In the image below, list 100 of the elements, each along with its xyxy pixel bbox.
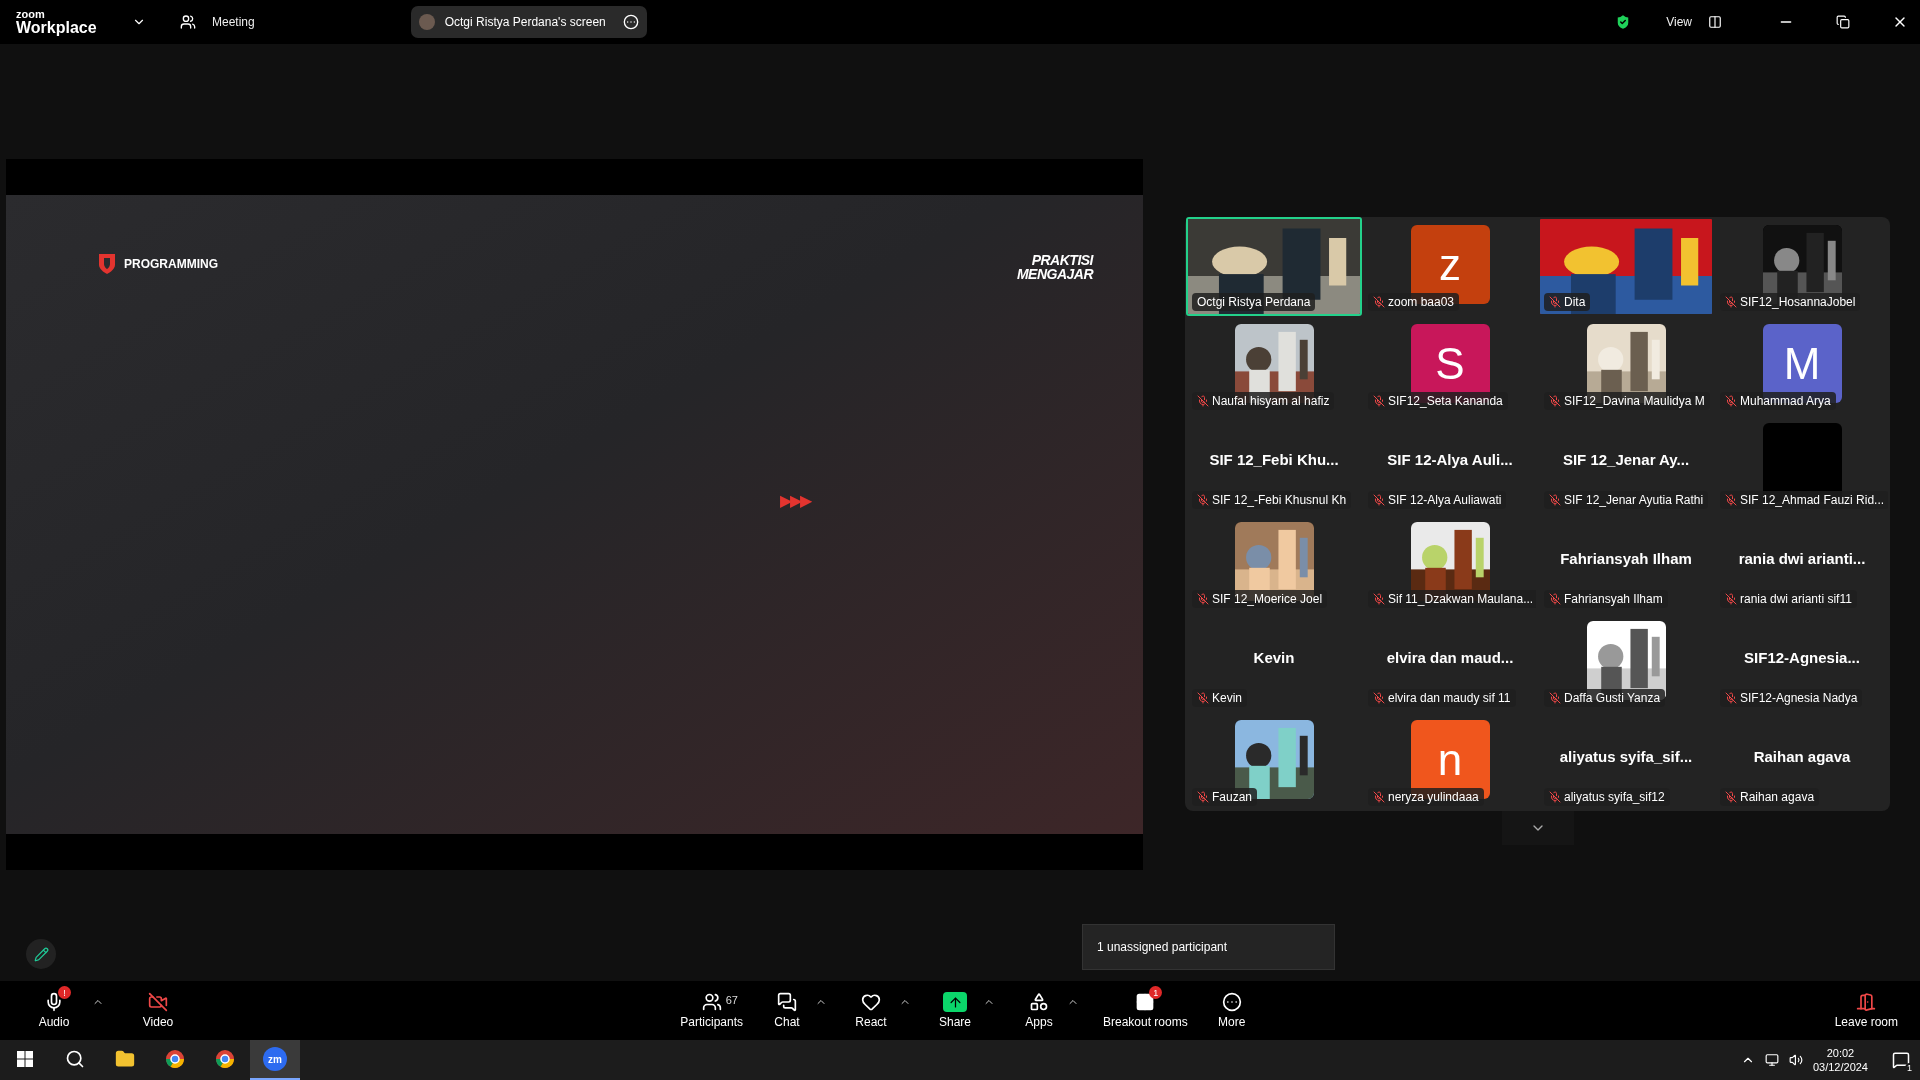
clock-time[interactable]: 20:02	[1826, 1045, 1855, 1060]
taskbar-app[interactable]: zm	[250, 1040, 300, 1080]
shield-logo-icon	[98, 253, 116, 275]
windows-icon	[17, 1051, 33, 1067]
notification-count: 1	[1905, 1063, 1914, 1073]
avatar	[418, 14, 435, 30]
participant-label: neryza yulindaaa	[1388, 790, 1479, 804]
participant-label: SIF12_HosannaJobel	[1740, 295, 1856, 309]
more-button[interactable]: More	[1201, 988, 1262, 1033]
share-pill[interactable]: Octgi Ristya Perdana's screen	[410, 6, 647, 38]
participant-tile[interactable]: z zoom baa03	[1362, 217, 1538, 316]
participant-count: 67	[725, 994, 738, 1006]
participants-button[interactable]: 67 Participants	[670, 988, 753, 1033]
view-button[interactable]: View	[1666, 15, 1692, 29]
chat-button[interactable]: Chat	[757, 988, 817, 1033]
folder-icon	[115, 1049, 135, 1069]
participant-label: Sif 11_Dzakwan Maulana...	[1388, 592, 1534, 606]
react-button[interactable]: React	[841, 988, 901, 1033]
apps-button[interactable]: Apps	[1009, 988, 1069, 1033]
participant-label: SIF 12_Moerice Joel	[1212, 592, 1323, 606]
participant-name: Raihan agava	[1753, 748, 1851, 765]
participant-tile[interactable]: SIF12_Davina Maulidya M	[1538, 316, 1714, 415]
participant-label: SIF12_Davina Maulidya M	[1564, 394, 1705, 408]
participant-tile[interactable]: Fauzan	[1186, 712, 1362, 811]
participant-label: SIF 12_Jenar Ayutia Rathi	[1564, 493, 1704, 507]
door-icon	[1856, 992, 1877, 1012]
participants-icon	[701, 992, 722, 1012]
participant-label: Fahriansyah Ilham	[1564, 592, 1663, 606]
participant-name: aliyatus syifa_sif...	[1559, 748, 1693, 765]
participant-label: Fauzan	[1212, 790, 1253, 804]
zoom-icon: zm	[263, 1047, 287, 1071]
participant-tile[interactable]: SIF 12_Moerice Joel	[1186, 514, 1362, 613]
participant-label: SIF 12_Ahmad Fauzi Rid...	[1740, 493, 1885, 507]
participant-tile[interactable]: SIF 12_Febi Khu... SIF 12_-Febi Khusnul Kh	[1186, 415, 1362, 514]
participant-label: Dita	[1564, 295, 1586, 309]
view-icon[interactable]	[1708, 15, 1722, 29]
participant-label: SIF12-Agnesia Nadya	[1740, 691, 1858, 705]
badge: 1	[1149, 986, 1163, 999]
network-icon[interactable]	[1764, 1053, 1779, 1067]
slide-title: PROGRAMMING	[124, 257, 218, 271]
breakout-button[interactable]: 1 Breakout rooms	[1093, 988, 1198, 1033]
share-icon	[943, 992, 967, 1012]
participant-name: SIF 12_Febi Khu...	[1209, 451, 1339, 468]
participant-label: Octgi Ristya Perdana	[1197, 295, 1311, 309]
participant-label: elvira dan maudy sif 11	[1388, 691, 1511, 705]
more-icon	[1221, 992, 1242, 1012]
participant-label: aliyatus syifa_sif12	[1564, 790, 1665, 804]
annotate-button[interactable]	[26, 939, 56, 969]
participant-name: Fahriansyah Ilham	[1560, 550, 1692, 567]
participant-tile[interactable]: Dita	[1538, 217, 1714, 316]
notification-button[interactable]: 1	[1892, 1051, 1910, 1069]
more-icon[interactable]	[622, 14, 639, 30]
clock-date[interactable]: 03/12/2024	[1812, 1060, 1868, 1075]
pencil-icon	[33, 946, 49, 962]
participant-label: SIF 12_-Febi Khusnul Kh	[1212, 493, 1347, 507]
participant-tile[interactable]: M Muhammad Arya	[1714, 316, 1890, 415]
participant-tile[interactable]: Sif 11_Dzakwan Maulana...	[1362, 514, 1538, 613]
share-button[interactable]: Share	[925, 988, 985, 1033]
video-button[interactable]: Video	[128, 988, 188, 1033]
tooltip: 1 unassigned participant	[1082, 924, 1335, 970]
participant-tile[interactable]: SIF12-Agnesia... SIF12-Agnesia Nadya	[1714, 613, 1890, 712]
participant-tile[interactable]: Fahriansyah Ilham Fahriansyah Ilham	[1538, 514, 1714, 613]
participant-tile[interactable]: Daffa Gusti Yanza	[1538, 613, 1714, 712]
meeting-label[interactable]: Meeting	[212, 15, 255, 29]
participant-label: Kevin	[1212, 691, 1243, 705]
search-icon	[65, 1049, 85, 1069]
participant-tile[interactable]: Raihan agava Raihan agava	[1714, 712, 1890, 811]
participant-label: zoom baa03	[1388, 295, 1455, 309]
chat-icon	[777, 992, 797, 1012]
participant-tile[interactable]: SIF 12-Alya Auli... SIF 12-Alya Auliawati	[1362, 415, 1538, 514]
logo-text: zoom	[16, 8, 46, 20]
apps-icon	[1029, 992, 1049, 1012]
participant-name: SIF 12-Alya Auli...	[1387, 451, 1513, 468]
participant-name: rania dwi arianti...	[1738, 550, 1866, 567]
participant-tile[interactable]: aliyatus syifa_sif... aliyatus syifa_sif12	[1538, 712, 1714, 811]
participant-tile[interactable]: rania dwi arianti... rania dwi arianti sif11	[1714, 514, 1890, 613]
browser-icon	[165, 1049, 185, 1069]
participant-tile[interactable]: SIF 12_Ahmad Fauzi Rid...	[1714, 415, 1890, 514]
logo-text: MENGAJAR	[1016, 267, 1093, 281]
logo-text: PRAKTISI	[1031, 253, 1093, 267]
breakout-icon	[1135, 992, 1156, 1012]
participant-tile[interactable]: Naufal hisyam al hafiz	[1186, 316, 1362, 415]
participant-tile[interactable]: SIF 12_Jenar Ay... SIF 12_Jenar Ayutia Rathi	[1538, 415, 1714, 514]
restore-icon[interactable]	[1836, 15, 1850, 29]
participant-label: Naufal hisyam al hafiz	[1212, 394, 1330, 408]
participant-label: Muhammad Arya	[1740, 394, 1831, 408]
people-icon	[180, 14, 196, 30]
participant-tile[interactable]: Kevin Kevin	[1186, 613, 1362, 712]
leave-button[interactable]: Leave room	[1824, 988, 1908, 1033]
browser-icon	[215, 1049, 235, 1069]
participant-tile[interactable]: n neryza yulindaaa	[1362, 712, 1538, 811]
audio-button[interactable]: ! Audio	[24, 988, 84, 1033]
participant-tile[interactable]: S SIF12_Seta Kananda	[1362, 316, 1538, 415]
participant-tile[interactable]: elvira dan maud... elvira dan maudy sif 11	[1362, 613, 1538, 712]
participant-tile[interactable]: SIF12_HosannaJobel	[1714, 217, 1890, 316]
participant-name: Kevin	[1253, 649, 1295, 666]
volume-icon[interactable]	[1788, 1053, 1803, 1067]
arrows: ▶▶▶	[780, 491, 810, 510]
participant-tile[interactable]: Octgi Ristya Perdana	[1186, 217, 1362, 316]
logo-text: Workplace	[16, 19, 98, 36]
